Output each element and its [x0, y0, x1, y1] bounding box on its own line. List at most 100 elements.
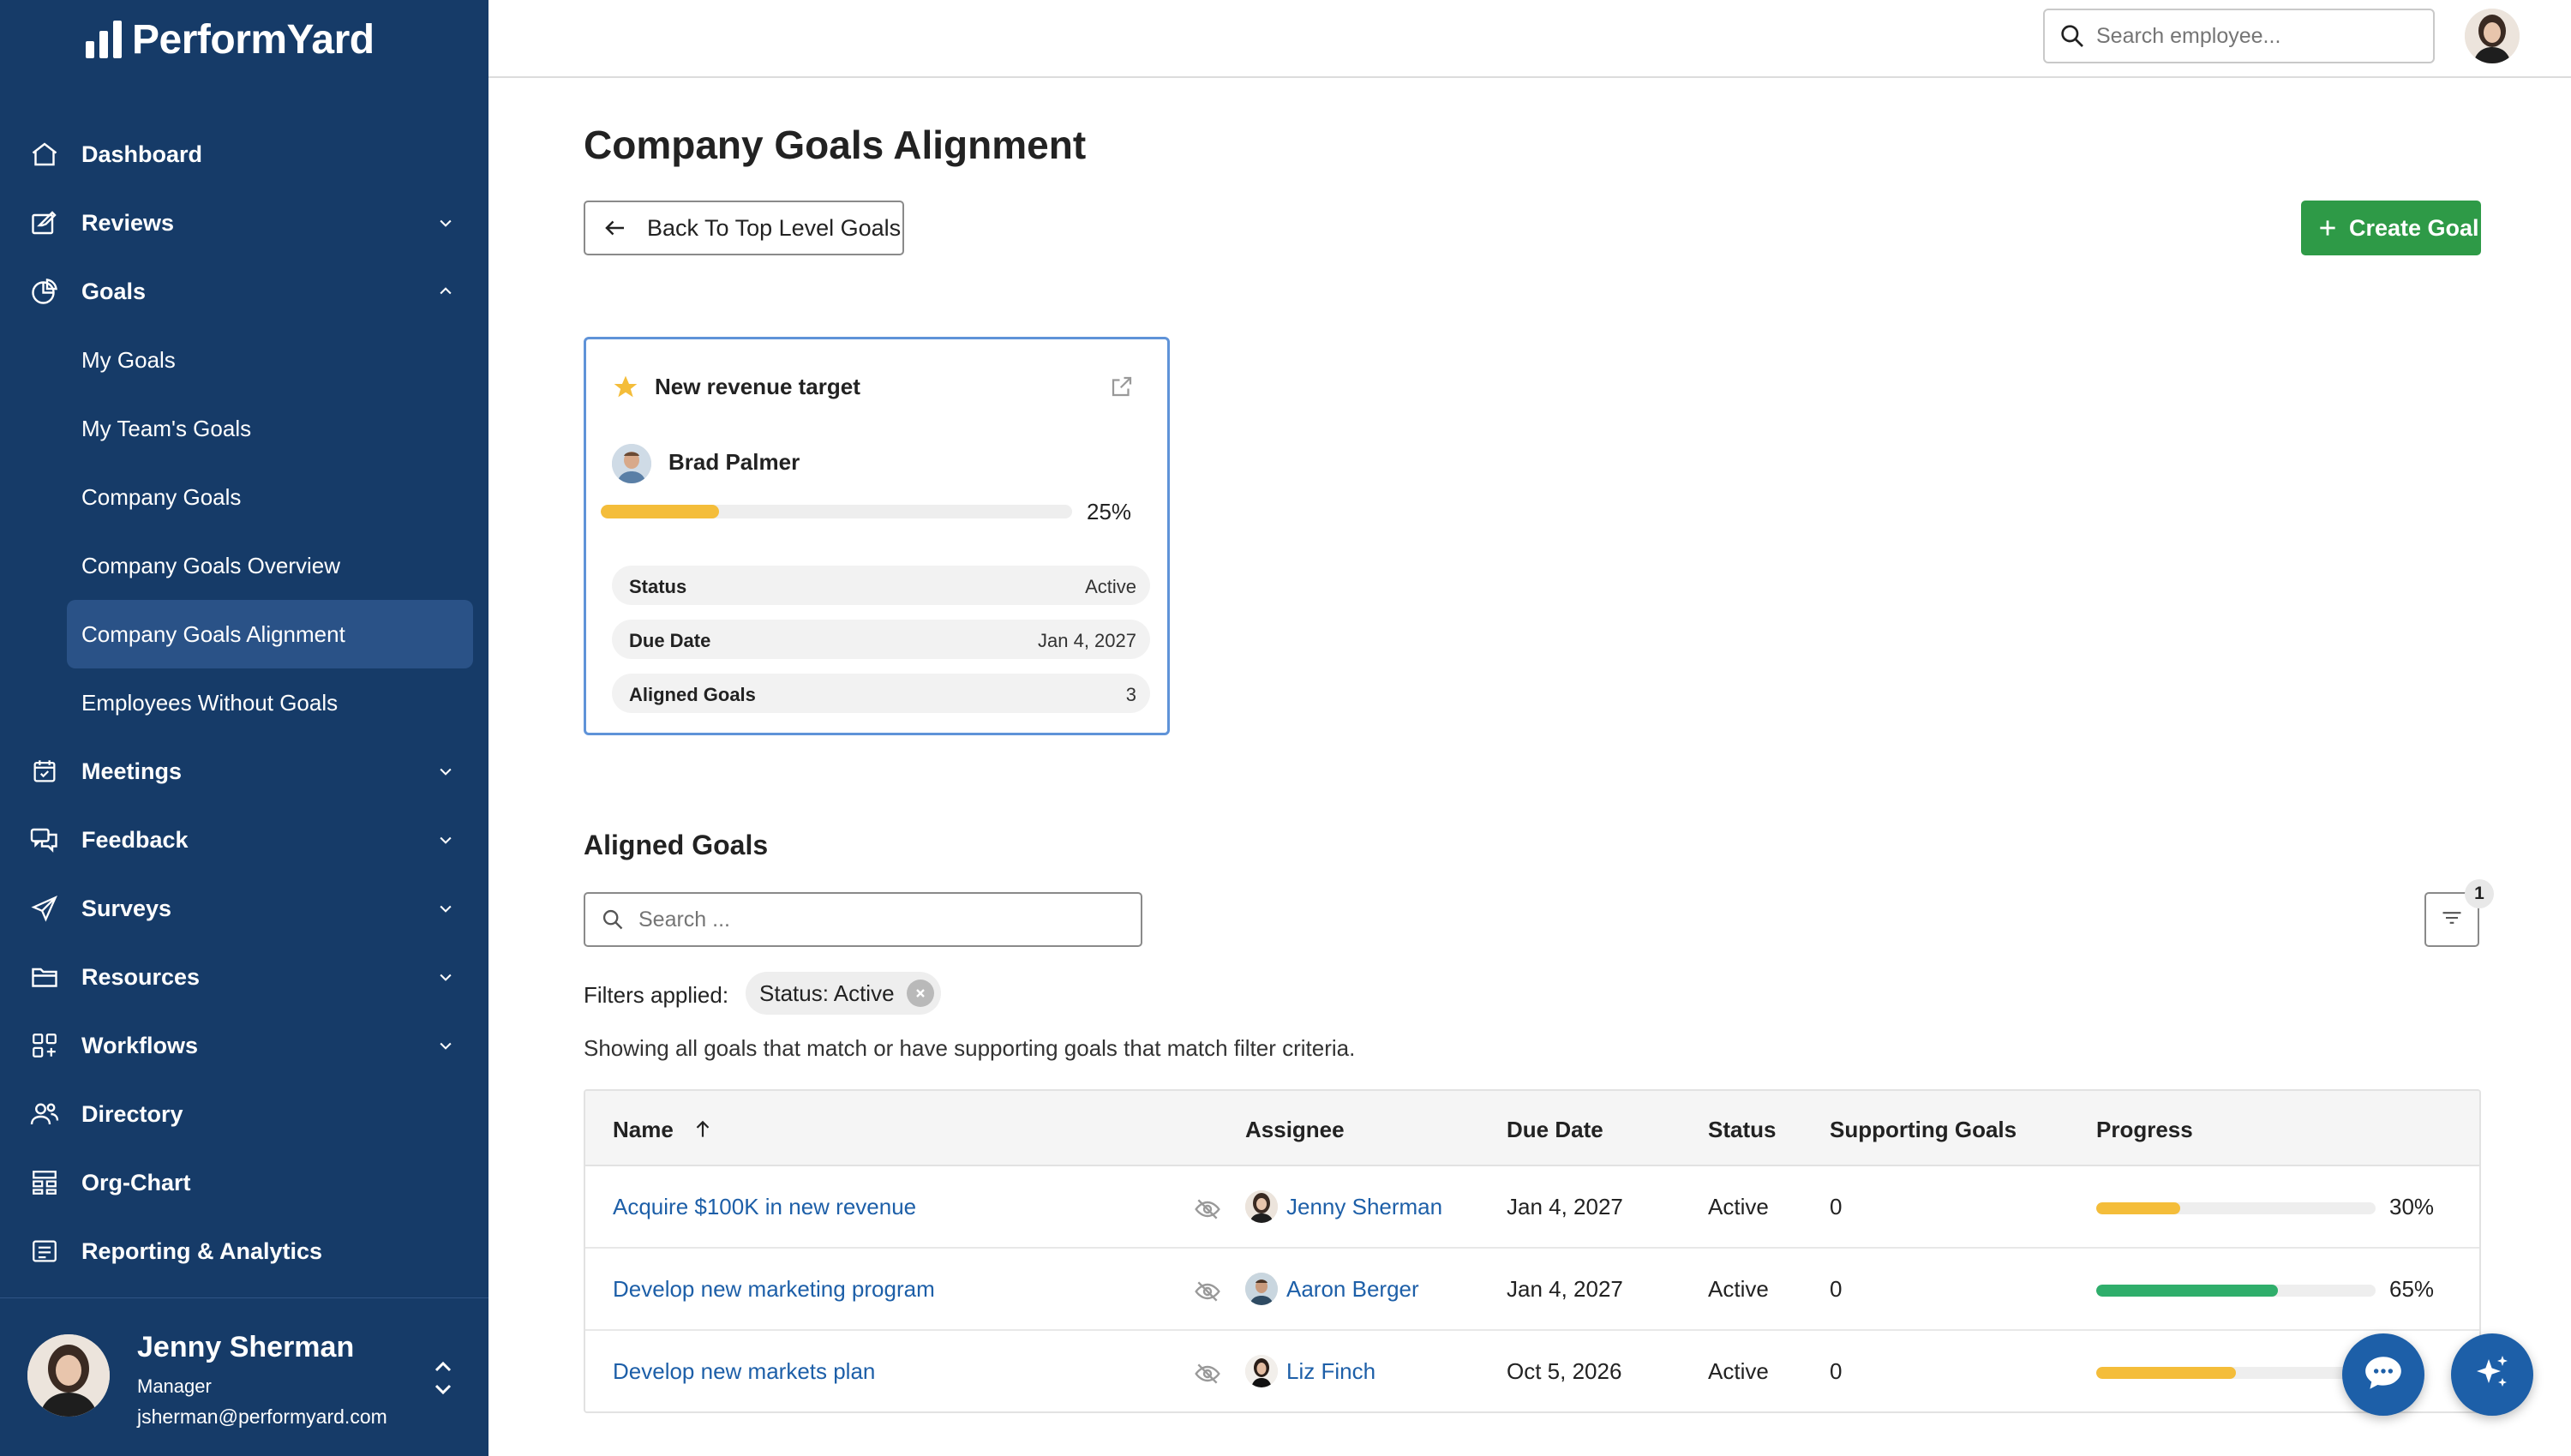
paper-plane-icon	[27, 891, 62, 926]
create-goal-button[interactable]: Create Goal	[2301, 201, 2481, 255]
assignee-name[interactable]: Aaron Berger	[1286, 1276, 1419, 1303]
progress-fill	[2096, 1367, 2236, 1379]
filter-explanation-text: Showing all goals that match or have sup…	[584, 1035, 1356, 1061]
chevron-down-icon	[435, 213, 456, 233]
sidebar-item-label: Company Goals	[81, 483, 242, 510]
goal-progress-bar	[601, 505, 1072, 518]
table-row[interactable]: Develop new markets plan Liz Finch Oct 5…	[585, 1331, 2479, 1411]
goal-detail-value: Jan 4, 2027	[1038, 630, 1136, 651]
progress-percent: 30%	[2389, 1194, 2435, 1219]
status: Active	[1708, 1194, 1769, 1219]
chevron-down-icon	[435, 1035, 456, 1056]
logo-mark-icon	[86, 21, 122, 58]
column-header-status: Status	[1708, 1117, 1777, 1142]
sparkle-icon	[2472, 1352, 2513, 1398]
top-level-goal-card[interactable]: New revenue target Brad Palmer 25% Statu…	[584, 337, 1170, 735]
column-header-assignee: Assignee	[1245, 1117, 1345, 1142]
nav-workflows-label: Workflows	[81, 1032, 199, 1058]
chevron-down-icon	[435, 761, 456, 782]
sidebar-item-my-goals[interactable]: My Goals	[0, 326, 488, 394]
chat-support-button[interactable]	[2342, 1333, 2424, 1416]
goal-card-title: New revenue target	[655, 374, 860, 399]
avatar[interactable]	[2465, 9, 2520, 63]
progress-bar	[2096, 1202, 2376, 1214]
nav-surveys-label: Surveys	[81, 895, 172, 921]
nav-reviews[interactable]: Reviews	[0, 189, 488, 257]
due-date: Jan 4, 2027	[1507, 1276, 1623, 1302]
nav-goals-label: Goals	[81, 278, 147, 304]
filters-applied-label: Filters applied:	[584, 982, 729, 1008]
user-email: jsherman@performyard.com	[137, 1405, 387, 1428]
goal-name-link[interactable]: Develop new markets plan	[613, 1358, 875, 1385]
back-to-top-level-goals-button[interactable]: Back To Top Level Goals	[584, 201, 904, 255]
column-header-supporting-goals: Supporting Goals	[1830, 1117, 2017, 1142]
employee-search-input[interactable]	[2096, 23, 2422, 49]
chat-bubbles-icon	[27, 823, 62, 857]
org-chart-icon	[27, 1165, 62, 1200]
aligned-goals-table: Name Assignee Due Date Status Supporting…	[584, 1089, 2481, 1413]
assignee-name[interactable]: Jenny Sherman	[1286, 1194, 1442, 1220]
sort-ascending-icon[interactable]	[692, 1118, 714, 1141]
table-row[interactable]: Acquire $100K in new revenue Jenny Sherm…	[585, 1166, 2479, 1249]
chevron-down-icon	[435, 898, 456, 919]
sidebar-item-company-goals-overview[interactable]: Company Goals Overview	[0, 531, 488, 600]
nav-meetings[interactable]: Meetings	[0, 737, 488, 806]
progress-fill	[2096, 1285, 2278, 1297]
nav-directory[interactable]: Directory	[0, 1080, 488, 1148]
current-user-panel[interactable]: Jenny Sherman Manager jsherman@performya…	[0, 1297, 488, 1456]
nav-workflows[interactable]: Workflows	[0, 1011, 488, 1080]
sidebar-item-company-goals-alignment[interactable]: Company Goals Alignment	[0, 600, 488, 668]
sidebar-item-label: Employees Without Goals	[81, 689, 339, 716]
nav-resources-label: Resources	[81, 963, 201, 990]
plus-icon	[2316, 217, 2339, 239]
sidebar-item-my-teams-goals[interactable]: My Team's Goals	[0, 394, 488, 463]
nav-reporting[interactable]: Reporting & Analytics	[0, 1217, 488, 1285]
star-icon	[612, 374, 639, 401]
sidebar-item-company-goals[interactable]: Company Goals	[0, 463, 488, 531]
goal-search[interactable]	[584, 892, 1142, 947]
goal-search-input[interactable]	[638, 907, 1118, 932]
search-icon	[2059, 22, 2086, 50]
sidebar-item-employees-without-goals[interactable]: Employees Without Goals	[0, 668, 488, 737]
main-nav: Dashboard Reviews Goals My Goals My Team…	[0, 120, 488, 1285]
column-header-progress: Progress	[2096, 1117, 2193, 1142]
status: Active	[1708, 1358, 1769, 1384]
employee-search[interactable]	[2043, 9, 2435, 63]
assignee-name[interactable]: Liz Finch	[1286, 1358, 1375, 1385]
calendar-icon	[27, 754, 62, 788]
nav-feedback[interactable]: Feedback	[0, 806, 488, 874]
goal-name-link[interactable]: Acquire $100K in new revenue	[613, 1194, 916, 1220]
create-goal-label: Create Goal	[2349, 214, 2479, 241]
filter-count-badge: 1	[2465, 879, 2494, 908]
column-header-name[interactable]: Name	[613, 1117, 674, 1143]
goal-detail-key: Status	[629, 576, 687, 597]
filter-chip-label: Status: Active	[759, 980, 895, 1006]
chat-bubble-icon	[2362, 1351, 2405, 1399]
goal-name-link[interactable]: Develop new marketing program	[613, 1276, 935, 1303]
expand-collapse-icon[interactable]	[432, 1357, 454, 1399]
user-role: Manager	[137, 1375, 212, 1397]
nav-resources[interactable]: Resources	[0, 943, 488, 1011]
avatar	[1245, 1355, 1278, 1387]
due-date: Jan 4, 2027	[1507, 1194, 1623, 1219]
table-row[interactable]: Develop new marketing program Aaron Berg…	[585, 1249, 2479, 1331]
progress-bar	[2096, 1285, 2376, 1297]
eye-off-icon	[1194, 1195, 1221, 1223]
nav-goals[interactable]: Goals	[0, 257, 488, 326]
nav-surveys[interactable]: Surveys	[0, 874, 488, 943]
nav-meetings-label: Meetings	[81, 758, 183, 784]
avatar	[612, 444, 651, 483]
performyard-logo[interactable]: PerformYard	[86, 15, 375, 63]
goal-status-row: Status Active	[612, 566, 1150, 605]
nav-dashboard[interactable]: Dashboard	[0, 120, 488, 189]
progress-percent: 65%	[2389, 1276, 2435, 1302]
nav-org-chart[interactable]: Org-Chart	[0, 1148, 488, 1217]
external-link-icon[interactable]	[1109, 374, 1135, 399]
sidebar-item-label: Company Goals Alignment	[81, 620, 345, 647]
goal-detail-value: Active	[1085, 576, 1136, 597]
nav-reporting-label: Reporting & Analytics	[81, 1237, 323, 1264]
ai-assistant-button[interactable]	[2451, 1333, 2533, 1416]
workflow-grid-icon	[27, 1028, 62, 1063]
remove-filter-icon[interactable]	[907, 980, 934, 1007]
progress-bar	[2096, 1367, 2376, 1379]
